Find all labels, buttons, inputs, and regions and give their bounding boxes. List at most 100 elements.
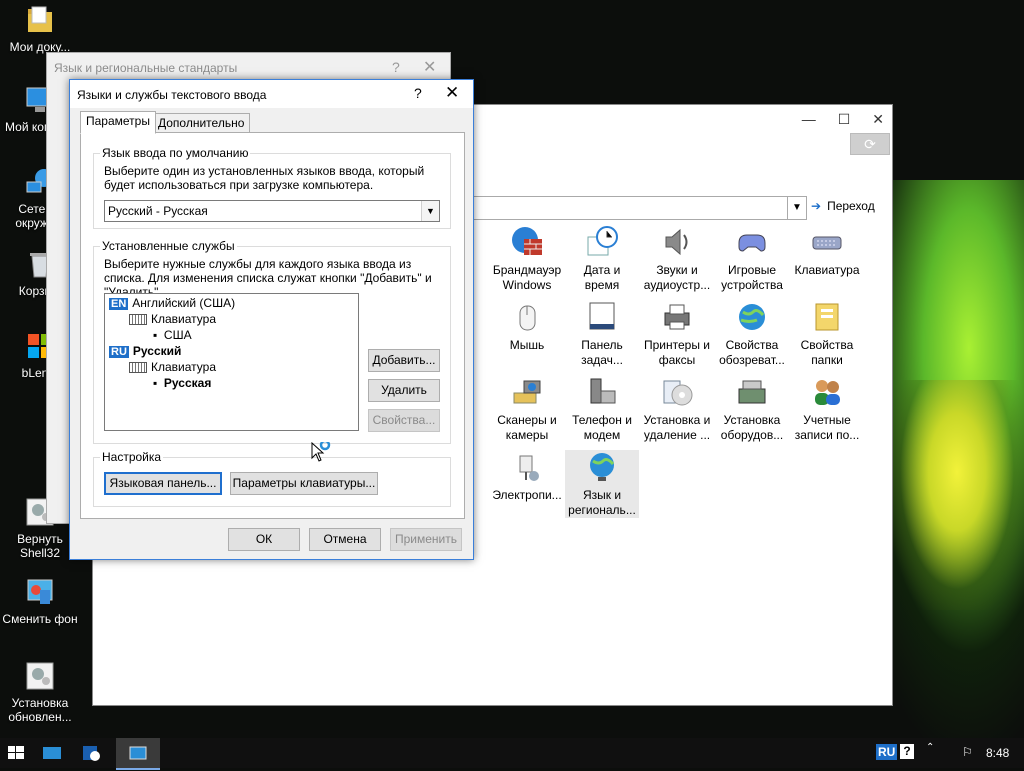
cp-item-label: Звуки и аудиоустр... [643, 263, 711, 292]
tree-item-ru[interactable]: RU Русский [109, 344, 181, 358]
services-tree[interactable]: EN Английский (США) Клавиатура ▪ США RU Ру… [104, 293, 359, 431]
taskbar-control-panel-button[interactable] [116, 738, 160, 770]
tab-advanced[interactable]: Дополнительно [152, 113, 251, 133]
app-icon [83, 746, 100, 761]
install-icon [660, 375, 694, 409]
tree-item-en[interactable]: EN Английский (США) [109, 296, 235, 310]
add-button[interactable]: Добавить... [368, 349, 440, 372]
cp-item-datetime[interactable]: Дата и время [565, 225, 639, 293]
keyboard-icon [129, 314, 147, 326]
cp-item-label: Учетные записи по... [794, 413, 860, 442]
start-button[interactable] [6, 738, 28, 768]
address-bar[interactable] [473, 196, 805, 220]
taskbar-app-button[interactable] [78, 738, 104, 768]
chevron-up-icon[interactable]: ⌃ [926, 742, 934, 753]
group-label: Настройка [100, 450, 164, 464]
network-tray-icon[interactable]: ⚐ [962, 745, 973, 759]
cp-item-printers[interactable]: Принтеры и факсы [640, 300, 714, 368]
help-button[interactable]: ? [414, 85, 422, 101]
cp-item-folder-options[interactable]: Свойства папки [790, 300, 864, 368]
cp-item-mouse[interactable]: Мышь [490, 300, 564, 353]
cp-item-add-hardware[interactable]: Установка оборудов... [715, 375, 789, 443]
group-label: Язык ввода по умолчанию [100, 146, 251, 160]
cp-item-label: Мышь [509, 338, 545, 352]
maximize-button[interactable]: ☐ [838, 111, 851, 128]
default-language-group: Язык ввода по умолчанию Выберите один из… [93, 146, 451, 229]
address-dropdown-button[interactable]: ▼ [787, 196, 807, 220]
globe-icon [735, 300, 769, 334]
installed-services-group: Установленные службы Выберите нужные слу… [93, 239, 451, 444]
windows-logo-icon [8, 746, 24, 759]
settings-icon [24, 660, 56, 692]
go-label: Переход [827, 199, 875, 213]
desktop-icon-my-documents[interactable]: Мои доку... [2, 4, 78, 54]
cp-item-label: Электропи... [492, 488, 562, 502]
language-bar-button[interactable]: Языковая панель... [104, 472, 222, 495]
keyboard-icon [129, 362, 147, 374]
cp-item-regional[interactable]: Язык и региональ... [565, 450, 639, 518]
desktop-icon-change-wallpaper[interactable]: Сменить фон [2, 576, 78, 626]
tree-item-en-layout[interactable]: ▪ США [153, 328, 192, 342]
cp-item-label: Установка оборудов... [720, 413, 784, 442]
minimize-button[interactable]: — [802, 111, 816, 128]
globe-icon [585, 450, 619, 484]
cp-item-keyboard[interactable]: Клавиатура [790, 225, 864, 278]
cp-item-sounds[interactable]: Звуки и аудиоустр... [640, 225, 714, 293]
tree-item-label: Русская [163, 376, 212, 390]
default-language-value: Русский - Русская [108, 204, 208, 218]
desktop-icon-label: Вернуть Shell32 [17, 532, 63, 560]
cancel-button[interactable]: Отмена [309, 528, 381, 551]
chevron-down-icon[interactable]: ▼ [421, 201, 439, 221]
tab-panel: Язык ввода по умолчанию Выберите один из… [80, 132, 465, 519]
tree-item-label: Русский [132, 344, 182, 358]
clock[interactable]: 8:48 [986, 746, 1009, 760]
cp-item-add-remove[interactable]: Установка и удаление ... [640, 375, 714, 443]
properties-button[interactable]: Свойства... [368, 409, 440, 432]
taskbar-desktop-button[interactable] [40, 738, 64, 768]
cp-item-label: Язык и региональ... [568, 488, 636, 517]
key-settings-button[interactable]: Параметры клавиатуры... [230, 472, 378, 495]
tree-item-en-keyboard[interactable]: Клавиатура [129, 312, 216, 326]
folder-options-icon [810, 300, 844, 334]
help-button[interactable]: ? [392, 59, 400, 75]
dialog-title: Язык и региональные стандарты [54, 61, 238, 75]
cp-item-label: Установка и удаление ... [643, 413, 711, 442]
refresh-button[interactable]: ⟳ [850, 133, 890, 155]
tab-settings[interactable]: Параметры [80, 111, 156, 134]
ok-button[interactable]: ОК [228, 528, 300, 551]
close-button[interactable]: ✕ [423, 57, 436, 77]
cp-item-gamepads[interactable]: Игровые устройства [715, 225, 789, 293]
language-indicator[interactable]: RU [876, 744, 898, 760]
cp-item-scanners[interactable]: Сканеры и камеры [490, 375, 564, 443]
cp-item-phone-modem[interactable]: Телефон и модем [565, 375, 639, 443]
default-language-select[interactable]: Русский - Русская ▼ [104, 200, 440, 222]
cp-item-user-accounts[interactable]: Учетные записи по... [790, 375, 864, 443]
go-button[interactable]: ➔ Переход [811, 199, 875, 213]
wallpaper-glow-yellow [890, 380, 1024, 610]
tree-item-label: Клавиатура [151, 312, 216, 326]
tree-item-label: Клавиатура [151, 360, 216, 374]
tree-item-ru-layout[interactable]: ▪ Русская [153, 376, 211, 390]
cp-item-power[interactable]: Электропи... [490, 450, 564, 503]
cp-item-taskbar[interactable]: Панель задач... [565, 300, 639, 368]
desktop-icon [43, 747, 61, 759]
help-icon[interactable]: ? [900, 744, 914, 759]
cp-item-label: Телефон и модем [572, 413, 632, 442]
tree-item-ru-keyboard[interactable]: Клавиатура [129, 360, 216, 374]
cp-item-label: Панель задач... [581, 338, 623, 367]
phone-icon [585, 375, 619, 409]
desktop-icon-install-updates[interactable]: Установка обновлен... [2, 660, 78, 724]
close-button[interactable]: ✕ [872, 111, 884, 128]
close-button[interactable]: ✕ [445, 83, 459, 103]
dialog-titlebar: Языки и службы текстового ввода ? ✕ [70, 80, 473, 108]
text-services-dialog: Языки и службы текстового ввода ? ✕ Пара… [69, 79, 474, 560]
apply-button[interactable]: Применить [390, 528, 462, 551]
wallpaper-icon [24, 576, 56, 608]
preferences-group: Настройка Языковая панель... Параметры к… [93, 450, 451, 507]
remove-button[interactable]: Удалить [368, 379, 440, 402]
power-icon [510, 450, 544, 484]
mouse-cursor-icon [311, 439, 335, 469]
cp-item-firewall[interactable]: Брандмауэр Windows [490, 225, 564, 293]
taskbar: RU ? ⌃ ⚐ 8:48 [0, 738, 1024, 770]
cp-item-internet-options[interactable]: Свойства обозреват... [715, 300, 789, 368]
